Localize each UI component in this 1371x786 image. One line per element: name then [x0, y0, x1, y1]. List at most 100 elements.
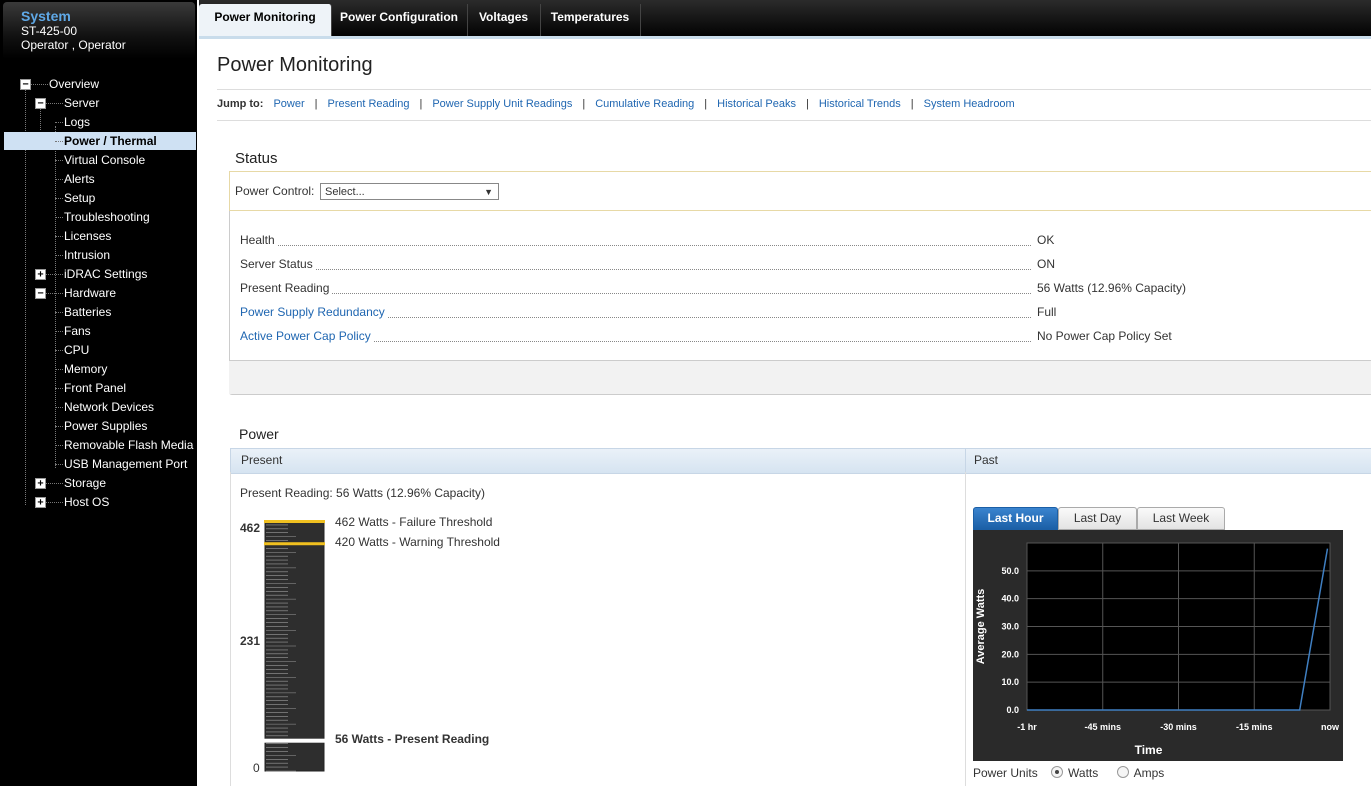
- jump-separator: |: [704, 98, 708, 110]
- gauge-min-label: 0: [253, 761, 260, 775]
- sidebar-item-troubleshooting[interactable]: Troubleshooting: [64, 208, 150, 226]
- jump-to-bar: Jump to: Power | Present Reading | Power Supp…: [217, 89, 1371, 121]
- tab-last-day[interactable]: Last Day: [1058, 507, 1137, 530]
- status-key: Health: [240, 233, 277, 247]
- tree-connector: [55, 255, 63, 256]
- status-key[interactable]: Power Supply Redundancy: [240, 305, 387, 319]
- tree-connector: [55, 217, 63, 218]
- y-tick-label: 0.0: [1006, 705, 1019, 715]
- page-title: Power Monitoring: [217, 54, 373, 76]
- tree-connector: [55, 369, 63, 370]
- tab-underline: [199, 36, 1371, 39]
- tree-guide-line: [40, 107, 41, 130]
- failure-threshold-marker: [264, 520, 325, 523]
- sidebar-item-virtual-console[interactable]: Virtual Console: [64, 151, 145, 169]
- tree-connector: [46, 483, 63, 484]
- tab-last-week[interactable]: Last Week: [1137, 507, 1225, 530]
- tab-last-hour[interactable]: Last Hour: [973, 507, 1058, 530]
- sidebar-item-idrac-settings[interactable]: iDRAC Settings: [64, 265, 147, 283]
- current-user: Operator , Operator: [21, 38, 126, 52]
- present-reading-text: Present Reading: 56 Watts (12.96% Capaci…: [240, 486, 486, 500]
- system-title[interactable]: System: [21, 8, 71, 24]
- expand-icon[interactable]: +: [35, 269, 46, 280]
- warning-threshold-note: 420 Watts - Warning Threshold: [335, 535, 500, 549]
- sidebar-item-cpu[interactable]: CPU: [64, 341, 89, 359]
- jump-link-historical-peaks[interactable]: Historical Peaks: [717, 98, 796, 110]
- tree-connector: [55, 141, 63, 142]
- tree-connector: [55, 407, 63, 408]
- jump-link-cumulative-reading[interactable]: Cumulative Reading: [595, 98, 694, 110]
- sidebar-item-memory[interactable]: Memory: [64, 360, 107, 378]
- expand-icon[interactable]: +: [35, 478, 46, 489]
- status-row-server-status: Server Status ON: [240, 257, 1365, 273]
- sidebar-item-licenses[interactable]: Licenses: [64, 227, 111, 245]
- tab-voltages[interactable]: Voltages: [467, 4, 541, 38]
- status-row-present-reading: Present Reading 56 Watts (12.96% Capacity…: [240, 281, 1365, 297]
- sidebar-item-host-os[interactable]: Host OS: [64, 493, 109, 511]
- jump-link-system-headroom[interactable]: System Headroom: [924, 98, 1015, 110]
- sidebar-item-storage[interactable]: Storage: [64, 474, 106, 492]
- tree-connector: [46, 274, 63, 275]
- watts-label[interactable]: Watts: [1068, 766, 1098, 780]
- x-tick-label: now: [1321, 722, 1340, 732]
- sidebar-item-hardware[interactable]: Hardware: [64, 284, 116, 302]
- sidebar-item-batteries[interactable]: Batteries: [64, 303, 111, 321]
- amps-radio[interactable]: [1116, 766, 1129, 778]
- status-key[interactable]: Active Power Cap Policy: [240, 329, 373, 343]
- power-section-title: Power: [239, 426, 279, 442]
- power-control-select[interactable]: Select... ▼: [320, 183, 499, 200]
- jump-link-historical-trends[interactable]: Historical Trends: [819, 98, 901, 110]
- amps-label[interactable]: Amps: [1134, 766, 1165, 780]
- power-units-label: Power Units: [973, 766, 1038, 780]
- jump-link-power-supply-unit-readings[interactable]: Power Supply Unit Readings: [432, 98, 572, 110]
- jump-link-present-reading[interactable]: Present Reading: [328, 98, 410, 110]
- tree-connector: [55, 426, 63, 427]
- power-gauge: [264, 520, 325, 772]
- status-row-health: Health OK: [240, 233, 1365, 249]
- tree-guide-line: [25, 88, 26, 505]
- power-units: Power Units Watts Amps: [973, 766, 1164, 780]
- sidebar-item-alerts[interactable]: Alerts: [64, 170, 95, 188]
- tab-power-monitoring[interactable]: Power Monitoring: [199, 4, 332, 38]
- tab-power-configuration[interactable]: Power Configuration: [331, 4, 468, 38]
- status-value: OK: [1037, 233, 1055, 247]
- status-value: ON: [1037, 257, 1055, 271]
- present-reading-marker: [264, 738, 325, 743]
- x-axis-label: Time: [1135, 743, 1163, 757]
- x-tick-label: -30 mins: [1160, 722, 1197, 732]
- sidebar-item-overview[interactable]: Overview: [49, 75, 99, 93]
- sidebar-item-front-panel[interactable]: Front Panel: [64, 379, 126, 397]
- watts-radio[interactable]: [1051, 766, 1064, 778]
- sidebar-item-network-devices[interactable]: Network Devices: [64, 398, 154, 416]
- tree-connector: [46, 103, 63, 104]
- collapse-icon[interactable]: −: [35, 288, 46, 299]
- tree-connector: [55, 388, 63, 389]
- y-tick-label: 40.0: [1001, 594, 1019, 604]
- sidebar-item-setup[interactable]: Setup: [64, 189, 95, 207]
- status-row-power-supply-redundancy: Power Supply Redundancy Full: [240, 305, 1365, 321]
- power-control-value: Select...: [325, 186, 365, 198]
- sidebar-item-intrusion[interactable]: Intrusion: [64, 246, 110, 264]
- sidebar-item-power-supplies[interactable]: Power Supplies: [64, 417, 147, 435]
- collapse-icon[interactable]: −: [20, 79, 31, 90]
- tab-temperatures[interactable]: Temperatures: [540, 4, 641, 38]
- jump-link-power[interactable]: Power: [273, 98, 304, 110]
- sidebar-item-power-thermal[interactable]: Power / Thermal: [4, 132, 196, 150]
- sidebar-item-removable-flash-media[interactable]: Removable Flash Media: [64, 436, 193, 454]
- system-header[interactable]: System ST-425-00 Operator , Operator: [3, 2, 195, 59]
- tree-connector: [55, 464, 63, 465]
- expand-icon[interactable]: +: [35, 497, 46, 508]
- sidebar-item-fans[interactable]: Fans: [64, 322, 91, 340]
- jump-separator: |: [582, 98, 586, 110]
- jump-to-label: Jump to:: [217, 98, 264, 110]
- collapse-icon[interactable]: −: [35, 98, 46, 109]
- x-tick-label: -15 mins: [1236, 722, 1273, 732]
- sidebar-item-logs[interactable]: Logs: [64, 113, 90, 131]
- sidebar-item-usb-management-port[interactable]: USB Management Port: [64, 455, 187, 473]
- sidebar: System ST-425-00 Operator , Operator Ove…: [0, 0, 197, 786]
- sidebar-item-server[interactable]: Server: [64, 94, 99, 112]
- failure-threshold-note: 462 Watts - Failure Threshold: [335, 515, 493, 529]
- past-header: Past: [974, 453, 999, 467]
- jump-separator: |: [805, 98, 809, 110]
- status-row-active-power-cap-policy: Active Power Cap Policy No Power Cap Poli…: [240, 329, 1365, 345]
